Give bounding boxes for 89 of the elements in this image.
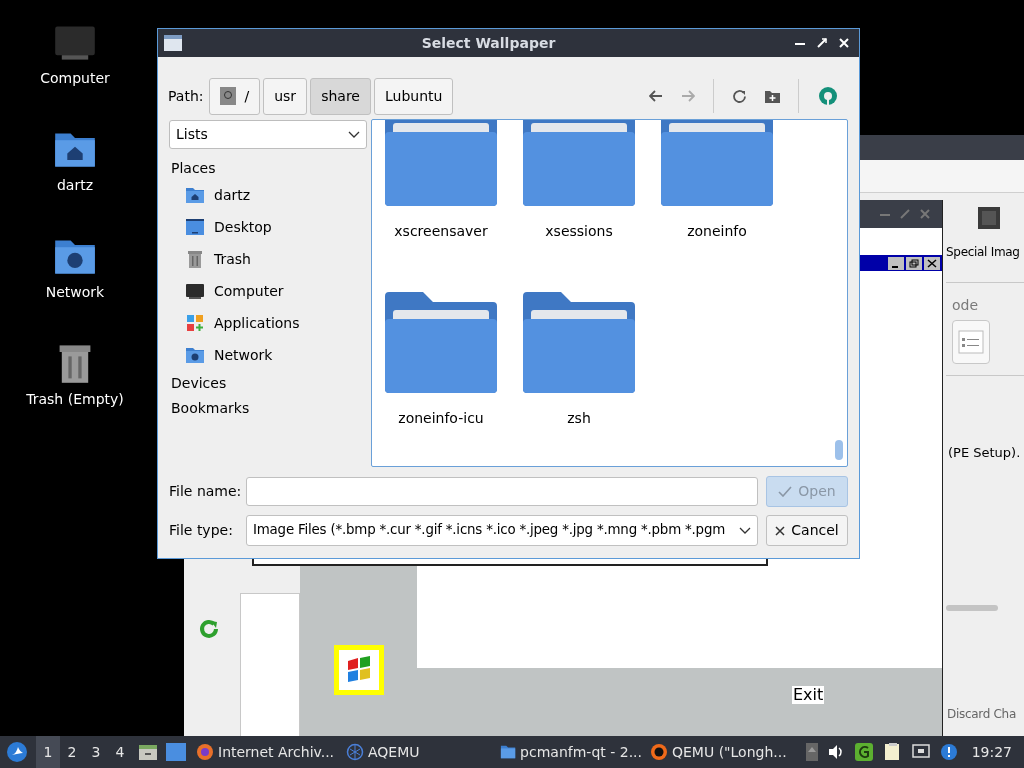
exit-label: Exit [792, 686, 825, 704]
workspace-tab[interactable]: 1 [36, 736, 60, 768]
home-folder-icon [185, 185, 205, 205]
section-heading: Devices [171, 374, 228, 393]
checkmark-icon [778, 486, 793, 497]
workspace-tab[interactable]: 4 [108, 736, 132, 768]
folder-icon [523, 120, 635, 206]
restore-icon [906, 256, 922, 270]
volume-icon[interactable] [827, 744, 844, 760]
field-label: File name: [169, 482, 238, 501]
path-segment[interactable]: share [310, 77, 371, 115]
scroll-bar [946, 605, 998, 611]
path-segment[interactable]: usr [263, 77, 308, 115]
desktop-icon-label: Trash (Empty) [26, 390, 124, 409]
section-heading: ode [952, 296, 980, 315]
item-label: Special Imag [946, 244, 1020, 261]
trash-icon [185, 249, 205, 269]
task-button[interactable]: pcmanfm-qt - 2... [496, 736, 646, 768]
place-item[interactable]: dartz [169, 179, 367, 211]
folder-icon [385, 120, 497, 206]
refresh-icon [198, 618, 220, 640]
windows-logo-icon [334, 645, 384, 695]
clock: 19:27 [971, 742, 1012, 762]
file-item[interactable]: xsessions [523, 120, 635, 292]
alert-icon[interactable] [939, 743, 958, 761]
qemu-icon [650, 743, 668, 761]
place-item[interactable]: Computer [169, 275, 367, 307]
cancel-button[interactable]: Cancel [766, 515, 848, 546]
desktop-icon [185, 217, 205, 237]
place-item[interactable]: Applications [169, 307, 367, 339]
description-text: (PE Setup). [948, 445, 1021, 460]
section-heading: Bookmarks [171, 399, 251, 418]
place-item[interactable]: Desktop [169, 211, 367, 243]
network-folder-icon [185, 345, 205, 365]
folder-icon [500, 743, 517, 761]
list-icon [958, 330, 984, 354]
applications-icon [185, 313, 205, 333]
file-item[interactable]: xscreensaver [385, 120, 497, 292]
desktop-icon-label: Computer [40, 69, 110, 88]
chevron-down-icon [348, 130, 360, 139]
drive-icon [220, 87, 237, 105]
chevron-down-icon [739, 526, 751, 535]
task-button[interactable]: QEMU ("Longh... [646, 736, 796, 768]
desktop-icon-label: dartz [56, 176, 94, 195]
section-heading: Places [171, 159, 217, 178]
task-button[interactable]: Internet Archiv... [192, 736, 342, 768]
path-segment[interactable]: / [209, 77, 261, 115]
minimize-icon [888, 256, 904, 270]
folder-icon [385, 292, 497, 393]
discard-button[interactable]: Discard Cha [947, 705, 1016, 723]
file-cabinet-icon[interactable] [138, 742, 158, 762]
notes-icon[interactable] [883, 742, 902, 762]
workspace-tab[interactable]: 3 [84, 736, 108, 768]
close-icon [924, 256, 940, 270]
field-label: File type: [169, 521, 234, 540]
scroll-thumb [835, 440, 843, 460]
file-item[interactable]: zoneinfo [661, 120, 773, 292]
maximize-icon[interactable] [817, 38, 827, 48]
maximize-icon [900, 209, 910, 219]
close-icon[interactable] [839, 38, 849, 48]
start-menu-icon[interactable] [6, 741, 28, 763]
window-title: Select Wallpaper [420, 33, 557, 53]
back-icon[interactable] [649, 90, 663, 102]
eject-icon[interactable] [805, 743, 818, 761]
folder-icon [523, 292, 635, 393]
task-button[interactable]: AQEMU [342, 736, 492, 768]
workspace-tab[interactable]: 2 [60, 736, 84, 768]
desktop-icon-label: Network [45, 283, 105, 302]
close-icon [920, 209, 930, 219]
place-item[interactable]: Network [169, 339, 367, 371]
window-icon [164, 35, 182, 51]
file-type-dropdown[interactable]: Image Files (*.bmp *.cur *.gif *.icns *.ico *.jpeg *.jpg *.mng *.pbm *.pgm [246, 515, 758, 546]
view-mode-dropdown[interactable]: Lists [169, 120, 367, 149]
path-segment[interactable]: Lubuntu [373, 77, 454, 115]
app-logo-icon[interactable] [817, 85, 839, 107]
refresh-icon[interactable] [732, 88, 747, 104]
folder-icon [661, 120, 773, 206]
new-folder-icon[interactable] [765, 89, 780, 103]
path-label: Path: [168, 86, 204, 106]
file-item[interactable]: zoneinfo-icu [385, 292, 497, 466]
file-name-field[interactable] [246, 477, 758, 506]
file-item[interactable]: zsh [523, 292, 635, 466]
network-icon[interactable] [911, 744, 930, 760]
browser-icon [196, 743, 214, 761]
place-item[interactable]: Trash [169, 243, 367, 275]
chip-icon [976, 205, 1002, 231]
monitor-icon [185, 281, 205, 301]
close-icon [775, 525, 786, 536]
globe-icon [346, 743, 364, 761]
